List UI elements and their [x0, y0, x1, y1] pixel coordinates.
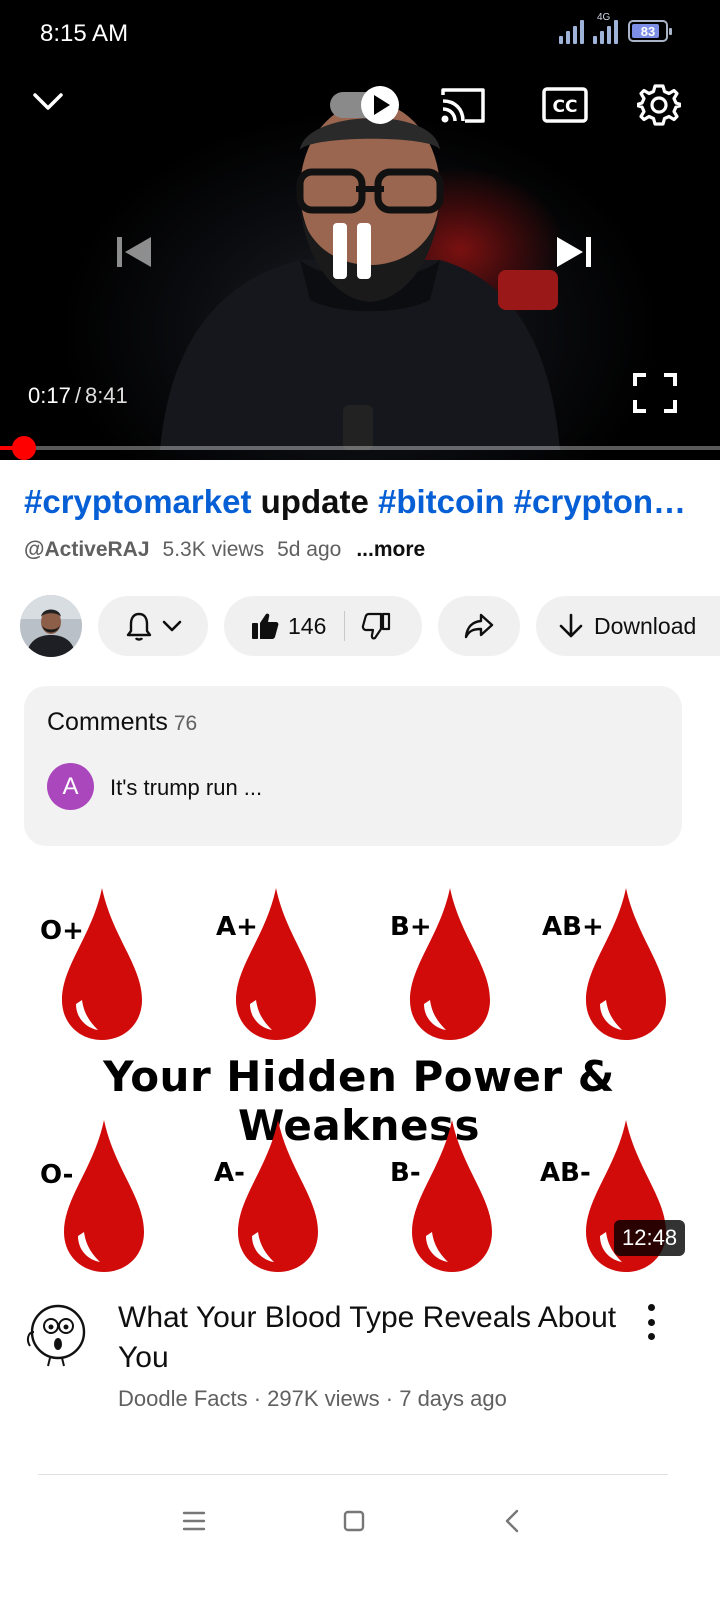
status-indicators: 4G 83: [559, 12, 672, 44]
recommended-video-thumbnail[interactable]: O+ A+ B+ AB+ Your Hidden Power & Weaknes…: [24, 876, 700, 1276]
time-separator: /: [74, 383, 81, 408]
recommended-video-title[interactable]: What Your Blood Type Reveals About You: [118, 1298, 618, 1378]
action-bar: 146 Download: [18, 594, 720, 658]
video-title[interactable]: #cryptomarket update #bitcoin #crypton…: [24, 480, 694, 524]
battery-icon: 83: [628, 20, 672, 42]
progress-bar[interactable]: [0, 436, 720, 460]
like-dislike-group: 146: [224, 596, 422, 656]
status-bar: 8:15 AM 4G 83: [0, 0, 720, 70]
captions-icon: CC: [542, 87, 588, 123]
view-count: 5.3K views: [162, 538, 265, 561]
top-comment-text: It's trump run ...: [110, 775, 263, 800]
bell-icon: [126, 612, 152, 641]
minimize-button[interactable]: [28, 82, 68, 122]
blood-drop-icon: [238, 1120, 318, 1272]
chevron-down-icon: [162, 620, 182, 632]
pause-icon: [333, 223, 371, 279]
blood-drop-icon: [586, 888, 666, 1040]
channel-handle[interactable]: @ActiveRAJ: [24, 538, 150, 562]
hashtag-link[interactable]: #bitcoin: [378, 483, 505, 520]
blood-drop-icon: [62, 888, 142, 1040]
video-duration: 8:41: [84, 383, 128, 408]
cast-icon: [441, 88, 485, 123]
channel-avatar-image: [20, 595, 82, 657]
network-type: 4G: [597, 12, 611, 23]
download-icon: [559, 613, 583, 638]
video-meta: @ActiveRAJ 5.3K views 5d ago ...more: [24, 538, 425, 562]
cast-button[interactable]: [438, 84, 488, 126]
playback-time: 0:17/8:41: [28, 383, 128, 409]
share-button[interactable]: [438, 596, 520, 656]
next-icon: [557, 237, 591, 267]
comments-label: Comments: [47, 708, 168, 736]
upload-age: 5d ago: [277, 538, 342, 561]
system-navigation-bar: [0, 1500, 720, 1540]
comments-count: 76: [173, 712, 198, 735]
previous-button[interactable]: [108, 228, 158, 276]
more-button[interactable]: ...more: [356, 538, 425, 562]
blood-drop-icon: [236, 888, 316, 1040]
fullscreen-icon: [633, 373, 677, 413]
signal-icon: 4G: [559, 12, 618, 44]
pause-button[interactable]: [322, 214, 382, 286]
more-options-button[interactable]: [636, 1300, 666, 1344]
kebab-dot: [647, 1318, 655, 1326]
video-duration-badge: 12:48: [614, 1220, 686, 1256]
scrubber-handle[interactable]: [11, 436, 36, 460]
status-time: 8:15 AM: [40, 20, 129, 47]
thumbs-down-icon: [362, 612, 391, 640]
subscribe-bell-button[interactable]: [98, 596, 208, 656]
nav-divider: [38, 1474, 668, 1475]
autoplay-toggle[interactable]: [328, 84, 402, 126]
hashtag-link[interactable]: #cryptomarket: [24, 483, 251, 520]
like-divider: [344, 611, 346, 641]
channel-avatar[interactable]: [20, 595, 82, 657]
blood-drop-icon: [64, 1120, 144, 1272]
kebab-dot: [647, 1333, 655, 1340]
next-button[interactable]: [550, 228, 600, 276]
title-text: update: [260, 483, 369, 520]
autoplay-toggle-icon: [330, 86, 399, 124]
share-icon: [464, 613, 494, 639]
hashtag-link[interactable]: #crypton…: [514, 483, 686, 520]
kebab-dot: [647, 1304, 655, 1311]
thumbs-up-icon: [252, 613, 279, 639]
download-label: Download: [594, 612, 697, 639]
back-icon[interactable]: [502, 1508, 522, 1534]
commenter-avatar: A: [47, 763, 94, 810]
fullscreen-button[interactable]: [630, 370, 680, 416]
doodle-face-icon: [26, 1304, 86, 1367]
video-player[interactable]: 8:15 AM 4G 83 CC 0:17 / 8:41: [0, 0, 720, 460]
blood-drop-icon: [410, 888, 490, 1040]
battery-level: 83: [640, 23, 656, 39]
like-count: 146: [288, 612, 327, 639]
recommended-video-meta: Doodle Facts · 297K views · 7 days ago: [118, 1386, 507, 1411]
settings-icon: [637, 84, 681, 126]
settings-button[interactable]: [636, 82, 682, 128]
menu-icon[interactable]: [182, 1510, 206, 1532]
dislike-button[interactable]: [361, 611, 391, 641]
comments-header: Comments 76: [47, 708, 197, 737]
current-time: 0:17: [28, 383, 71, 408]
captions-button[interactable]: CC: [540, 84, 590, 126]
home-icon[interactable]: [342, 1509, 366, 1533]
comments-card[interactable]: Comments 76 A It's trump run ...: [24, 686, 682, 846]
doodle-facts-avatar[interactable]: [24, 1302, 86, 1368]
like-button[interactable]: 146: [250, 611, 326, 641]
download-button[interactable]: Download: [536, 596, 720, 656]
previous-icon: [117, 237, 151, 267]
chevron-down-icon: [33, 93, 63, 110]
svg-text:CC: CC: [553, 97, 578, 117]
blood-drop-icon: [412, 1120, 492, 1272]
